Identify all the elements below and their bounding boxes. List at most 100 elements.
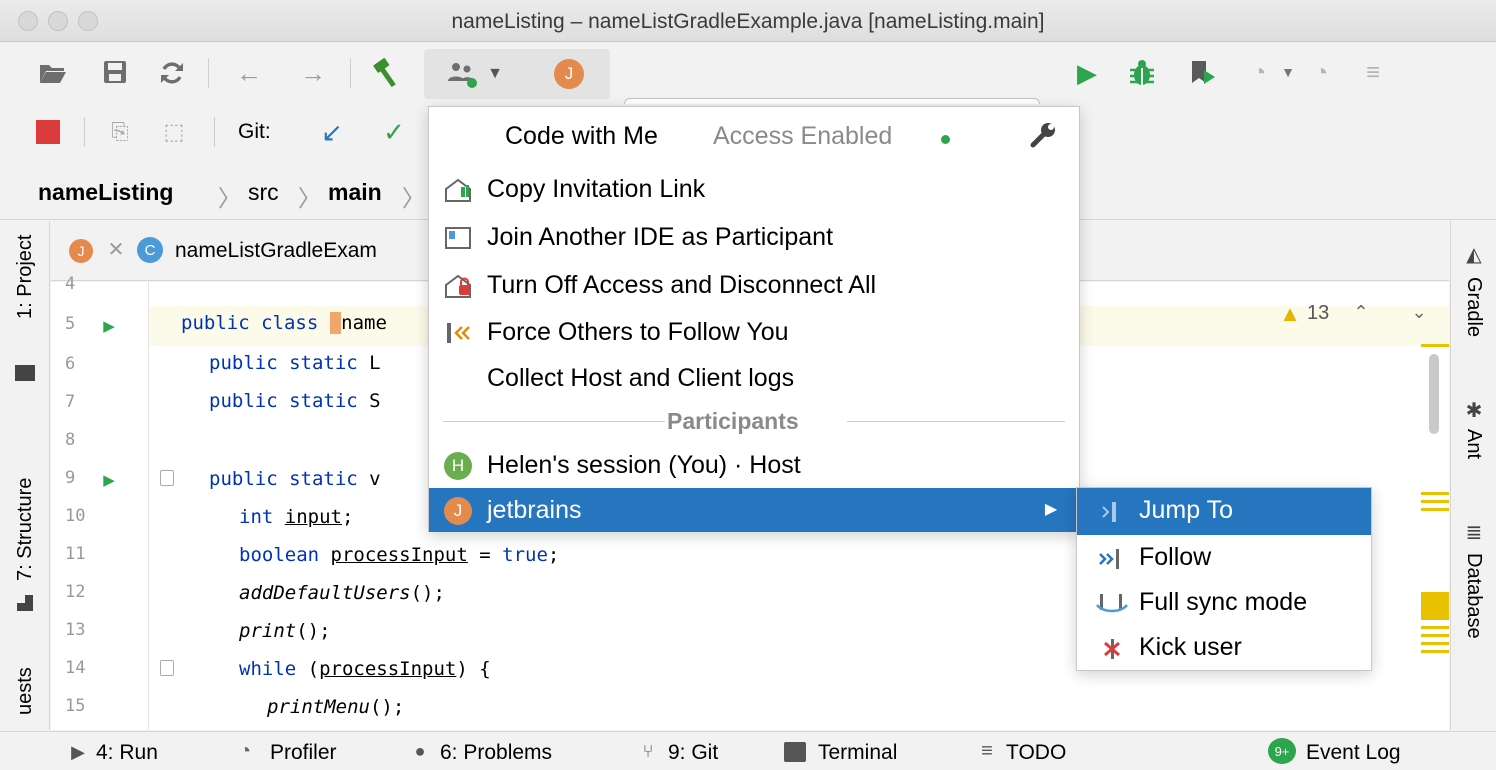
structure-icon [17, 595, 33, 611]
follow-item[interactable]: Follow [1077, 535, 1371, 581]
push-icon[interactable]: ⬚ [160, 118, 188, 146]
participant-avatar: H [444, 452, 472, 480]
ant-icon: ✱ [1465, 400, 1483, 422]
coverage-icon[interactable] [1186, 57, 1218, 89]
force-others-follow-item[interactable]: Force Others to Follow You [429, 310, 1079, 356]
copy-invitation-link-item[interactable]: Copy Invitation Link [429, 167, 1079, 213]
breadcrumb-separator: 〉 [218, 185, 241, 211]
warning-count[interactable]: 13 [1307, 302, 1329, 325]
profiler-icon: ◔ [238, 740, 252, 762]
problems-tool-button[interactable]: 6: Problems [440, 741, 552, 765]
tab-participant-avatar: J [69, 239, 93, 263]
forward-arrow-icon[interactable]: → [296, 58, 330, 88]
build-hammer-icon[interactable] [370, 57, 404, 89]
todo-tool-button[interactable]: TODO [1006, 741, 1066, 765]
save-icon[interactable] [102, 59, 128, 85]
full-sync-mode-item[interactable]: Full sync mode [1077, 580, 1371, 626]
join-another-ide-item[interactable]: Join Another IDE as Participant [429, 215, 1079, 261]
tool-window-bar: ▶ 4: Run ◔ Profiler ● 6: Problems ⑂ 9: G… [0, 731, 1496, 770]
breadcrumb-separator: 〉 [298, 185, 321, 211]
git-tool-button[interactable]: 9: Git [668, 741, 718, 765]
line-number: 11 [65, 544, 86, 564]
code-with-me-button[interactable]: ▼ J [424, 49, 610, 99]
line-number: 10 [65, 506, 86, 526]
line-number: 12 [65, 582, 86, 602]
structure-tool-button[interactable]: 7: Structure [14, 478, 37, 581]
previous-highlight-icon[interactable]: ⌃ [1349, 300, 1373, 324]
line-number: 8 [65, 430, 76, 450]
full-sync-icon [1095, 590, 1131, 618]
tab-file-name[interactable]: nameListGradleExam [175, 239, 377, 263]
breadcrumb-src[interactable]: src [248, 179, 279, 206]
profiler-tool-button[interactable]: Profiler [270, 741, 337, 765]
kick-user-item[interactable]: Kick user [1077, 625, 1371, 671]
jump-to-icon [1095, 498, 1131, 526]
database-icon: ≣ [1465, 522, 1483, 544]
profile-icon[interactable]: ◔ [1244, 58, 1274, 88]
follow-icon [1095, 545, 1131, 573]
event-count-badge: 9+ [1268, 738, 1296, 764]
gradle-tool-button[interactable]: Gradle [1462, 277, 1485, 337]
main-toolbar: ← → ▼ J nameListGradleExample ▼ ▶ ◔ ▼ ◔ … [0, 43, 1496, 144]
run-gutter-icon[interactable]: ▶ [99, 470, 119, 490]
line-number: 4 [65, 274, 76, 294]
line-number: 7 [65, 392, 76, 412]
fold-icon[interactable] [160, 660, 174, 676]
run-anything-icon[interactable]: ≡ [1358, 58, 1388, 88]
sync-icon[interactable] [158, 59, 186, 87]
dropdown-arrow-icon: ▼ [487, 65, 503, 82]
folder-icon [15, 365, 35, 381]
fold-icon[interactable] [160, 470, 174, 486]
code-with-me-popup: Code with Me Access Enabled Copy Invitat… [428, 106, 1080, 532]
next-highlight-icon[interactable]: ⌄ [1407, 300, 1431, 324]
problems-icon: ● [414, 741, 426, 761]
submenu-arrow-icon: ▶ [1044, 501, 1058, 518]
database-tool-button[interactable]: Database [1462, 553, 1485, 639]
close-tab-icon[interactable]: ✕ [105, 237, 127, 263]
popup-header: Code with Me Access Enabled [429, 107, 1079, 165]
access-status: Access Enabled [713, 122, 893, 150]
user-avatar[interactable]: J [554, 59, 584, 89]
line-number: 6 [65, 354, 76, 374]
back-arrow-icon[interactable]: ← [232, 58, 266, 88]
jump-to-item[interactable]: Jump To [1077, 488, 1371, 535]
terminal-tool-button[interactable]: Terminal [818, 741, 897, 765]
run-tool-button[interactable]: 4: Run [96, 741, 158, 765]
right-tool-bar: ◭ Gradle ✱ Ant ≣ Database [1450, 221, 1496, 730]
requests-tool-button[interactable]: uests [14, 667, 37, 715]
update-project-icon[interactable]: ⎘ [106, 118, 134, 146]
profile-dropdown-icon[interactable]: ▼ [1278, 61, 1298, 83]
collect-logs-item[interactable]: Collect Host and Client logs [429, 356, 1079, 402]
run-gutter-icon[interactable]: ▶ [99, 316, 119, 336]
debug-bug-icon[interactable] [1126, 57, 1158, 89]
git-update-arrow-icon[interactable]: ↙ [318, 118, 346, 146]
access-enabled-dot [941, 135, 950, 144]
attach-profiler-icon[interactable]: ◔ [1306, 58, 1336, 88]
terminal-icon [784, 742, 806, 762]
force-follow-icon [443, 319, 473, 347]
house-lock-icon [443, 272, 473, 300]
participant-jetbrains-item[interactable]: J jetbrains ▶ [429, 488, 1079, 532]
git-commit-check-icon[interactable]: ✓ [380, 118, 408, 146]
stop-icon[interactable] [36, 120, 60, 144]
participant-host-item[interactable]: H Helen's session (You) · Host [429, 443, 1079, 489]
breadcrumb-project[interactable]: nameListing [38, 179, 173, 206]
code-with-me-icon [444, 59, 480, 89]
ant-tool-button[interactable]: Ant [1462, 429, 1485, 459]
settings-wrench-icon[interactable] [1027, 119, 1059, 151]
participant-avatar: J [444, 497, 472, 525]
participants-header: Participants [667, 408, 799, 434]
line-number: 14 [65, 658, 86, 678]
todo-list-icon: ≡ [981, 740, 993, 762]
turn-off-access-item[interactable]: Turn Off Access and Disconnect All [429, 263, 1079, 309]
open-folder-icon[interactable] [38, 59, 66, 87]
project-tool-button[interactable]: 1: Project [14, 235, 37, 319]
event-log-button[interactable]: Event Log [1306, 741, 1401, 765]
warning-icon[interactable]: ▲ [1277, 302, 1303, 326]
run-icon[interactable]: ▶ [1072, 58, 1102, 88]
editor-scrollbar-thumb[interactable] [1429, 354, 1439, 434]
ide-join-icon [443, 224, 473, 252]
breadcrumb-main[interactable]: main [328, 179, 382, 206]
gradle-elephant-icon: ◭ [1466, 244, 1482, 266]
house-link-icon [443, 176, 473, 204]
